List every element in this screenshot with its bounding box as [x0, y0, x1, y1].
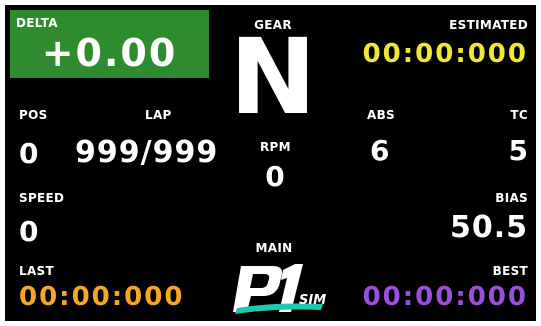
- tc-value: 5: [508, 134, 528, 167]
- last-label: LAST: [19, 264, 54, 278]
- rpm-value: 0: [265, 160, 285, 193]
- abs-label: ABS: [367, 108, 395, 122]
- rpm-label: RPM: [260, 140, 291, 154]
- abs-value: 6: [370, 134, 390, 167]
- delta-value: +0.00: [41, 31, 178, 75]
- speed-value: 0: [19, 215, 39, 248]
- lap-label: LAP: [145, 108, 172, 122]
- p1-sim-logo-icon: SIM: [223, 258, 327, 316]
- pos-label: POS: [19, 108, 48, 122]
- pos-value: 0: [19, 137, 39, 170]
- lap-value: 999/999: [75, 135, 219, 170]
- best-label: BEST: [492, 264, 528, 278]
- speed-label: SPEED: [19, 191, 65, 205]
- delta-label: DELTA: [16, 16, 58, 30]
- best-value: 00:00:000: [362, 282, 528, 312]
- gear-value: N: [229, 16, 317, 138]
- last-value: 00:00:000: [19, 282, 185, 312]
- estimated-value: 00:00:000: [362, 39, 528, 69]
- svg-text:SIM: SIM: [299, 293, 326, 308]
- dashboard-panel: DELTA +0.00 GEAR N ESTIMATED 00:00:000 P…: [5, 5, 536, 321]
- bias-value: 50.5: [449, 210, 528, 245]
- delta-box: DELTA +0.00: [10, 10, 209, 78]
- estimated-label: ESTIMATED: [449, 18, 528, 32]
- bias-label: BIAS: [495, 191, 528, 205]
- main-label: MAIN: [255, 241, 293, 255]
- tc-label: TC: [510, 108, 528, 122]
